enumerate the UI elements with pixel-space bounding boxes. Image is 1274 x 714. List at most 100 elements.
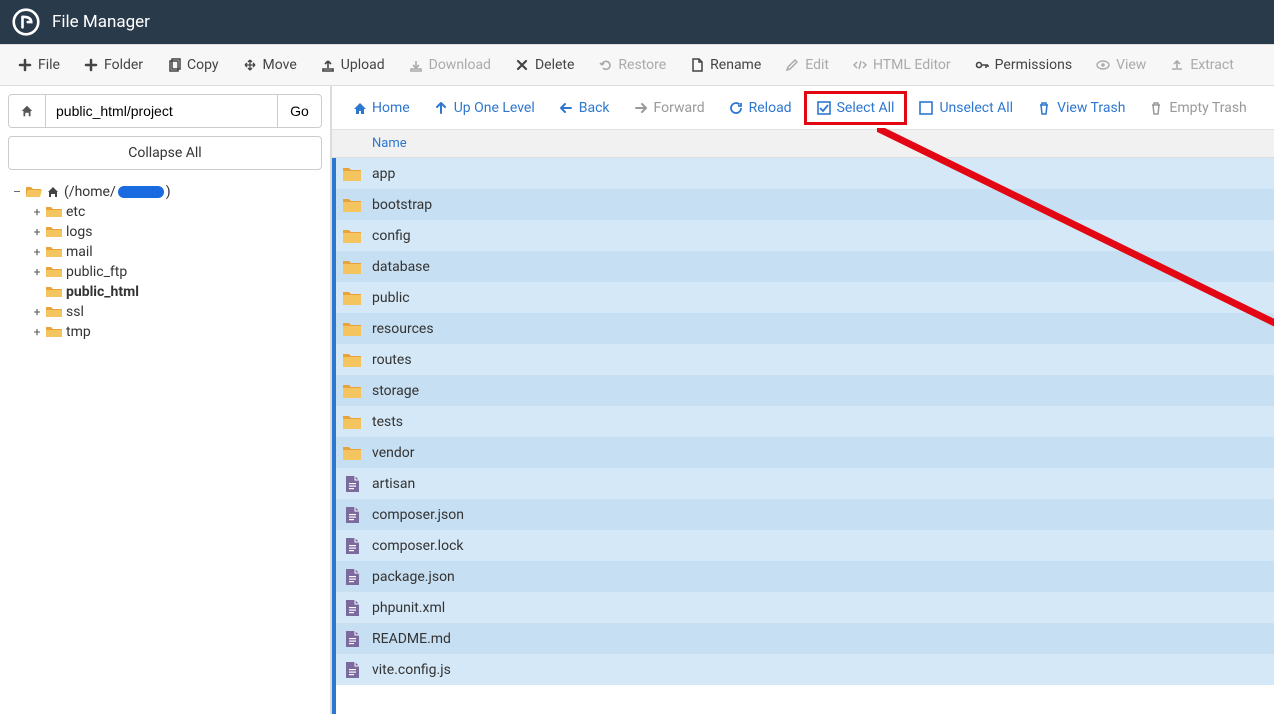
expand-icon[interactable]: + (30, 245, 44, 259)
file-name: vite.config.js (372, 662, 451, 678)
file-row[interactable]: tests (336, 406, 1274, 437)
key-icon (975, 58, 989, 72)
toolbar-label: Copy (187, 57, 219, 73)
file-row[interactable]: vendor (336, 437, 1274, 468)
trash-icon (1149, 101, 1163, 115)
file-icon (342, 630, 362, 648)
file-row[interactable]: composer.json (336, 499, 1274, 530)
home-button[interactable] (8, 94, 46, 128)
file-name: storage (372, 383, 419, 399)
file-row[interactable]: package.json (336, 561, 1274, 592)
file-row[interactable]: bootstrap (336, 189, 1274, 220)
action-unselectall-button[interactable]: Unselect All (907, 92, 1025, 124)
folder-icon (342, 413, 362, 431)
toolbar-label: HTML Editor (873, 57, 951, 73)
action-label: Up One Level (454, 100, 535, 116)
toolbar-label: Extract (1190, 57, 1233, 73)
file-row[interactable]: database (336, 251, 1274, 282)
code-icon (853, 58, 867, 72)
folder-icon (46, 205, 62, 219)
tree-node-logs[interactable]: +logs (10, 222, 328, 242)
toolbar-view-button: View (1084, 44, 1158, 86)
expand-icon[interactable]: + (30, 325, 44, 339)
undo-icon (598, 58, 612, 72)
tree-node-label: public_ftp (66, 264, 127, 280)
file-name: config (372, 228, 411, 244)
toolbar-copy-button[interactable]: Copy (155, 44, 231, 86)
action-reload-button[interactable]: Reload (717, 92, 804, 124)
toolbar-file-button[interactable]: File (6, 44, 72, 86)
eye-icon (1096, 58, 1110, 72)
go-button[interactable]: Go (278, 94, 322, 128)
tree-node-label: etc (66, 204, 85, 220)
file-row[interactable]: public (336, 282, 1274, 313)
toolbar-rename-button[interactable]: Rename (678, 44, 773, 86)
folder-icon (46, 245, 62, 259)
toolbar-label: Rename (710, 57, 761, 73)
folder-icon (46, 225, 62, 239)
toolbar-label: Upload (341, 57, 385, 73)
toolbar-label: View (1116, 57, 1146, 73)
pencil-icon (785, 58, 799, 72)
expand-icon[interactable]: + (30, 225, 44, 239)
action-label: Unselect All (939, 100, 1013, 116)
expand-icon[interactable]: + (30, 265, 44, 279)
tree-node-public_html[interactable]: public_html (10, 282, 328, 302)
file-row[interactable]: vite.config.js (336, 654, 1274, 685)
toolbar-upload-button[interactable]: Upload (309, 44, 397, 86)
file-row[interactable]: composer.lock (336, 530, 1274, 561)
file-row[interactable]: artisan (336, 468, 1274, 499)
check-icon (817, 101, 831, 115)
file-row[interactable]: README.md (336, 623, 1274, 654)
toolbar-delete-button[interactable]: Delete (503, 44, 586, 86)
toolbar-label: Restore (618, 57, 666, 73)
action-emptytrash-button[interactable]: Empty Trash (1137, 92, 1258, 124)
file-icon (342, 506, 362, 524)
tree-node-public_ftp[interactable]: + public_ftp (10, 262, 328, 282)
toolbar-permissions-button[interactable]: Permissions (963, 44, 1084, 86)
toolbar-label: Edit (805, 57, 829, 73)
file-name: composer.json (372, 507, 464, 523)
path-input[interactable] (46, 94, 278, 128)
folder-icon (342, 444, 362, 462)
action-label: Forward (654, 100, 705, 116)
action-upone-button[interactable]: Up One Level (422, 92, 547, 124)
action-selectall-button[interactable]: Select All (804, 91, 908, 125)
collapse-all-button[interactable]: Collapse All (8, 136, 322, 170)
file-row[interactable]: routes (336, 344, 1274, 375)
move-icon (243, 58, 257, 72)
file-row[interactable]: storage (336, 375, 1274, 406)
expand-icon[interactable]: + (30, 305, 44, 319)
file-row[interactable]: config (336, 220, 1274, 251)
toolbar-label: File (38, 57, 60, 73)
file-row[interactable]: phpunit.xml (336, 592, 1274, 623)
tree-node-ssl[interactable]: +ssl (10, 302, 328, 322)
action-label: Back (579, 100, 610, 116)
tree-node-etc[interactable]: + etc (10, 202, 328, 222)
action-forward-button[interactable]: Forward (622, 92, 717, 124)
action-back-button[interactable]: Back (547, 92, 622, 124)
sidebar: Go Collapse All – (/home/) + etc +logs+mail… (0, 86, 332, 714)
file-name: tests (372, 414, 403, 430)
collapse-icon[interactable]: – (10, 185, 24, 199)
tree-node-mail[interactable]: +mail (10, 242, 328, 262)
tree-node-tmp[interactable]: +tmp (10, 322, 328, 342)
toolbar-folder-button[interactable]: Folder (72, 44, 155, 86)
column-header[interactable]: Name (332, 130, 1274, 158)
file-list: appbootstrap config databasepublicresource… (332, 158, 1274, 714)
main-toolbar: FileFolderCopyMoveUploadDownloadDeleteRe… (0, 44, 1274, 86)
tree-root[interactable]: – (/home/) (10, 182, 328, 202)
tree-node-label: public_html (66, 284, 139, 300)
file-name: composer.lock (372, 538, 464, 554)
toolbar-move-button[interactable]: Move (231, 44, 309, 86)
action-home-button[interactable]: Home (340, 92, 422, 124)
folder-icon (342, 258, 362, 276)
folder-icon (46, 265, 62, 279)
action-label: Reload (749, 100, 792, 116)
file-row[interactable]: app (336, 158, 1274, 189)
file-row[interactable]: resources (336, 313, 1274, 344)
action-viewtrash-button[interactable]: View Trash (1025, 92, 1137, 124)
app-header: File Manager (0, 0, 1274, 44)
expand-icon[interactable]: + (30, 205, 44, 219)
copy-icon (167, 58, 181, 72)
